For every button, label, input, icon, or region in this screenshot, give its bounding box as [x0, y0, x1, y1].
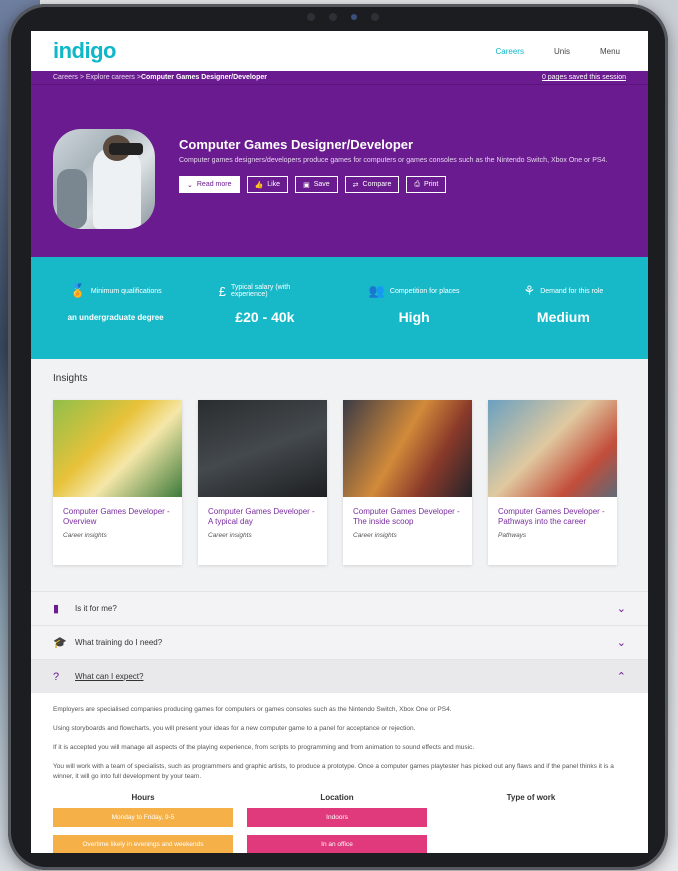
nav-menu[interactable]: Menu — [600, 47, 620, 56]
saved-pages-link[interactable]: 0 pages saved this session — [542, 74, 626, 81]
compare-button[interactable]: ⇄ Compare — [344, 176, 400, 193]
chevron-down-icon: ⌄ — [187, 181, 193, 189]
type-of-work-column: Type of work — [506, 793, 556, 802]
insight-card[interactable]: Computer Games Developer - The inside sc… — [343, 400, 472, 565]
chevron-down-icon: ⌄ — [616, 603, 626, 615]
page-title: Computer Games Designer/Developer — [179, 137, 414, 152]
hero-content: Computer Games Designer/Developer Comput… — [179, 137, 628, 193]
career-hero: Computer Games Designer/Developer Comput… — [31, 85, 648, 257]
stat-competition: 👥 Competition for places High — [368, 283, 460, 325]
nav-careers[interactable]: Careers — [496, 47, 524, 56]
video-thumbnail — [343, 400, 472, 497]
like-button[interactable]: 👍 Like — [246, 176, 289, 193]
location-pill: In an office — [247, 835, 427, 853]
accordion-what-to-expect[interactable]: ? What can I expect? ⌃ — [31, 659, 648, 693]
breadcrumb: Careers > Explore careers > Computer Gam… — [31, 71, 648, 85]
people-icon: 👥 — [368, 283, 385, 298]
save-button[interactable]: ▣ Save — [295, 176, 338, 193]
top-nav: Careers Unis Menu — [496, 47, 620, 56]
graduation-cap-icon: 🎓 — [53, 637, 67, 649]
book-icon: ▮ — [53, 603, 60, 615]
video-thumbnail — [198, 400, 327, 497]
hours-column: Hours Monday to Friday, 9-5 Overtime lik… — [53, 793, 233, 853]
accordion-is-it-for-me[interactable]: ▮ Is it for me? ⌄ — [31, 591, 648, 625]
location-column: Location Indoors In an office — [247, 793, 427, 853]
question-icon: ? — [53, 670, 60, 683]
insight-card[interactable]: Computer Games Developer - Overview Care… — [53, 400, 182, 565]
print-button[interactable]: ⎙ Print — [406, 176, 447, 193]
expect-content: Employers are specialised companies prod… — [53, 706, 614, 780]
top-navbar: indigo Careers Unis Menu — [31, 31, 648, 71]
breadcrumb-trail[interactable]: Careers > Explore careers > — [53, 74, 141, 81]
thumbs-up-icon: 👍 — [254, 181, 264, 189]
hours-pill: Overtime likely in evenings and weekends — [53, 835, 233, 853]
career-description: Computer games designers/developers prod… — [179, 157, 608, 164]
stat-demand: ⚘ Demand for this role Medium — [523, 283, 604, 325]
career-photo — [53, 129, 155, 229]
breadcrumb-current: Computer Games Designer/Developer — [140, 74, 267, 81]
nav-unis[interactable]: Unis — [554, 47, 570, 56]
career-stats: 🏅 Minimum qualifications an undergraduate… — [31, 257, 648, 359]
camera-bar — [293, 12, 393, 22]
insights-section: Insights Computer Games Developer - Over… — [31, 359, 648, 591]
stat-salary: £ Typical salary (with experience) £20 - … — [218, 283, 295, 326]
video-thumbnail — [53, 400, 182, 497]
work-details: Hours Monday to Friday, 9-5 Overtime lik… — [31, 791, 648, 853]
insight-card[interactable]: Computer Games Developer - A typical day… — [198, 400, 327, 565]
hours-pill: Monday to Friday, 9-5 — [53, 808, 233, 827]
pound-icon: £ — [218, 283, 226, 299]
hero-actions: ⌄ Read more 👍 Like ▣ Save ⇄ Compare ⎙ Print — [179, 176, 628, 193]
award-icon: 🏅 — [69, 283, 86, 298]
accordion-training[interactable]: 🎓 What training do I need? ⌄ — [31, 625, 648, 659]
chevron-up-icon: ⌃ — [616, 671, 626, 683]
print-icon: ⎙ — [414, 180, 420, 188]
compare-icon: ⇄ — [352, 181, 359, 189]
read-more-button[interactable]: ⌄ Read more — [179, 176, 240, 193]
accordion: ▮ Is it for me? ⌄ 🎓 What training do I n… — [31, 591, 648, 853]
video-thumbnail — [488, 400, 617, 497]
tablet-frame: indigo Careers Unis Menu Careers > Explo… — [8, 4, 668, 870]
demand-icon: ⚘ — [523, 283, 536, 298]
stat-qualifications: 🏅 Minimum qualifications an undergraduate… — [67, 283, 164, 322]
insights-title: Insights — [53, 373, 88, 384]
location-pill: Indoors — [247, 808, 427, 827]
chevron-down-icon: ⌄ — [616, 637, 626, 649]
save-icon: ▣ — [303, 181, 310, 189]
logo[interactable]: indigo — [53, 38, 116, 64]
insight-card[interactable]: Computer Games Developer - Pathways into… — [488, 400, 617, 565]
insight-cards: Computer Games Developer - Overview Care… — [53, 400, 626, 565]
screen: indigo Careers Unis Menu Careers > Explo… — [31, 31, 648, 853]
